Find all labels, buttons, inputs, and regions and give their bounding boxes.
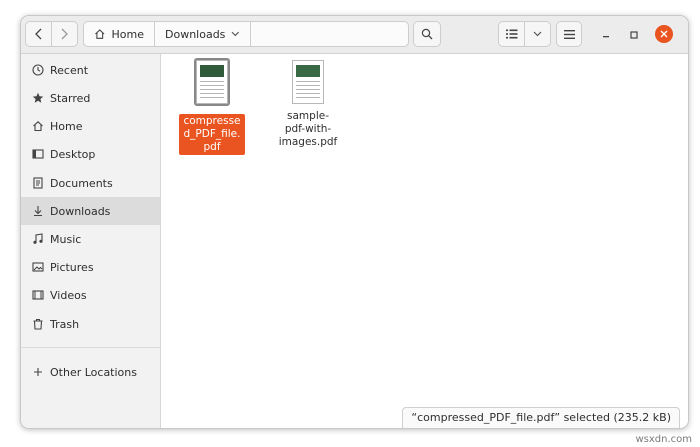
sidebar-item-other-locations[interactable]: Other Locations bbox=[21, 358, 160, 386]
sidebar-item-label: Pictures bbox=[50, 260, 94, 274]
sidebar-item-starred[interactable]: Starred bbox=[21, 84, 160, 112]
file-name-line: d_PDF_file. bbox=[183, 128, 241, 140]
sidebar-item-label: Starred bbox=[50, 91, 91, 105]
forward-icon bbox=[62, 28, 69, 40]
maximize-icon bbox=[630, 31, 638, 39]
view-options bbox=[498, 21, 551, 47]
desktop-icon bbox=[31, 148, 44, 161]
sidebar-item-downloads[interactable]: Downloads bbox=[21, 197, 160, 225]
file-thumbnail-selected bbox=[194, 58, 230, 106]
list-view-icon bbox=[505, 29, 517, 39]
forward-button[interactable] bbox=[52, 22, 77, 46]
sidebar-item-label: Downloads bbox=[50, 204, 111, 218]
breadcrumb-home-label: Home bbox=[111, 27, 144, 41]
sidebar-item-home[interactable]: Home bbox=[21, 112, 160, 140]
maximize-button[interactable] bbox=[626, 27, 642, 43]
sidebar-item-music[interactable]: Music bbox=[21, 225, 160, 253]
star-icon bbox=[31, 92, 44, 105]
sidebar-item-label: Home bbox=[50, 119, 83, 133]
file-name: sample- pdf-with- images.pdf bbox=[275, 110, 341, 149]
breadcrumb-home[interactable]: Home bbox=[84, 22, 155, 46]
sidebar-item-label: Desktop bbox=[50, 147, 96, 161]
file-item-sample-pdf[interactable]: sample- pdf-with- images.pdf bbox=[275, 60, 341, 149]
sidebar-item-documents[interactable]: Documents bbox=[21, 169, 160, 197]
chevron-down-icon bbox=[231, 31, 240, 37]
download-icon bbox=[31, 205, 44, 218]
music-icon bbox=[31, 233, 44, 246]
file-manager-window: Home Downloads Recent Starred Home Deskt… bbox=[20, 15, 689, 429]
sidebar-item-label: Videos bbox=[50, 288, 87, 302]
selection-status: “compressed_PDF_file.pdf” selected (235.… bbox=[402, 407, 680, 428]
sidebar-item-pictures[interactable]: Pictures bbox=[21, 253, 160, 281]
close-button[interactable] bbox=[655, 25, 673, 43]
trash-icon bbox=[31, 318, 44, 331]
history-nav bbox=[25, 21, 78, 47]
close-icon bbox=[660, 30, 668, 38]
file-name-line: sample- bbox=[287, 110, 329, 122]
home-icon bbox=[31, 120, 44, 133]
file-name-line: images.pdf bbox=[278, 136, 338, 148]
minimize-icon bbox=[603, 36, 609, 38]
plus-icon bbox=[31, 366, 44, 379]
document-icon bbox=[31, 177, 44, 190]
file-name-line: pdf bbox=[203, 141, 221, 153]
breadcrumb-downloads-label: Downloads bbox=[165, 27, 226, 41]
file-name-line: pdf-with- bbox=[284, 123, 332, 135]
breadcrumb-downloads[interactable]: Downloads bbox=[155, 22, 251, 46]
back-button[interactable] bbox=[26, 22, 51, 46]
pdf-thumbnail-icon bbox=[196, 60, 228, 104]
picture-icon bbox=[31, 261, 44, 274]
sidebar-item-recent[interactable]: Recent bbox=[21, 56, 160, 84]
search-icon bbox=[421, 28, 433, 40]
file-view: compresse d_PDF_file. pdf sample- pdf-wi… bbox=[161, 54, 688, 428]
sidebar-item-trash[interactable]: Trash bbox=[21, 310, 160, 338]
sidebar-item-label: Other Locations bbox=[50, 365, 137, 379]
file-item-compressed-pdf[interactable]: compresse d_PDF_file. pdf bbox=[179, 58, 245, 155]
breadcrumb: Home Downloads bbox=[83, 21, 409, 47]
minimize-button[interactable] bbox=[598, 27, 614, 43]
pdf-thumbnail-icon bbox=[292, 60, 324, 104]
view-dropdown-button[interactable] bbox=[525, 22, 550, 46]
sidebar-item-videos[interactable]: Videos bbox=[21, 281, 160, 309]
home-icon bbox=[95, 29, 105, 39]
clock-icon bbox=[31, 64, 44, 77]
video-icon bbox=[31, 289, 44, 302]
watermark-text: wsxdn.com bbox=[635, 434, 692, 445]
file-name-line: compresse bbox=[183, 115, 241, 127]
search-button[interactable] bbox=[413, 21, 441, 47]
sidebar-item-label: Trash bbox=[50, 317, 80, 331]
sidebar-divider bbox=[21, 347, 160, 348]
places-sidebar: Recent Starred Home Desktop Documents Do… bbox=[21, 54, 161, 428]
sidebar-item-label: Music bbox=[50, 232, 82, 246]
list-view-button[interactable] bbox=[499, 22, 524, 46]
menu-icon bbox=[563, 29, 575, 39]
chevron-down-icon bbox=[533, 31, 542, 37]
main-menu-button[interactable] bbox=[556, 21, 582, 47]
file-name: compresse d_PDF_file. pdf bbox=[179, 114, 245, 155]
sidebar-item-label: Documents bbox=[50, 176, 113, 190]
back-icon bbox=[34, 28, 41, 40]
sidebar-item-desktop[interactable]: Desktop bbox=[21, 140, 160, 168]
sidebar-item-label: Recent bbox=[50, 63, 89, 77]
header-bar: Home Downloads bbox=[21, 16, 688, 54]
